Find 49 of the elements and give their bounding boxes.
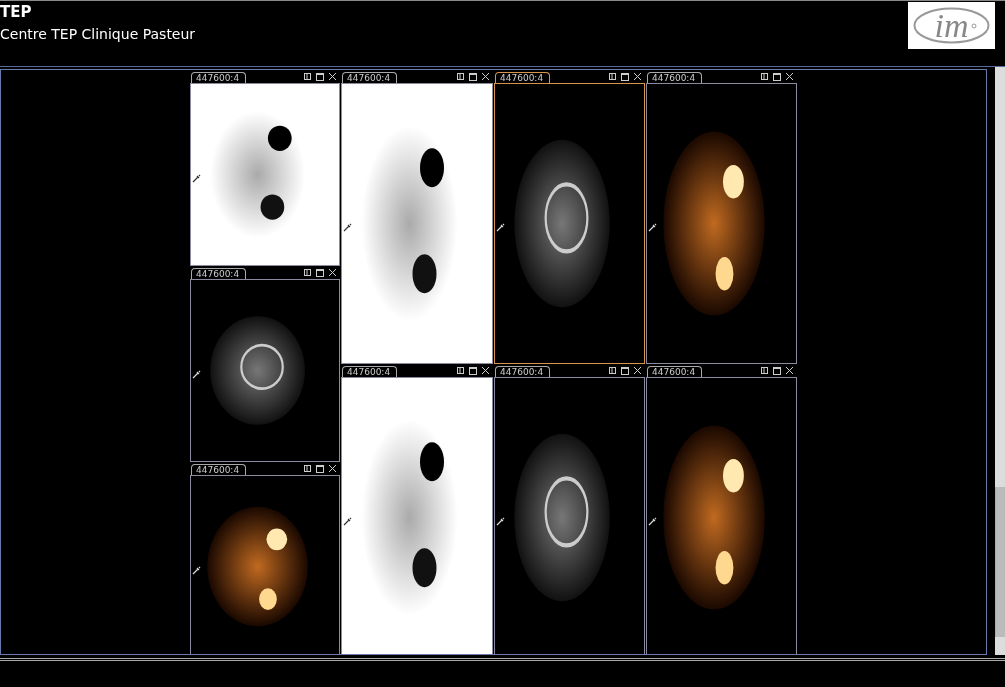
maximize-icon[interactable] (469, 72, 477, 81)
viewport-tab[interactable]: 447600:4 (191, 463, 247, 475)
close-icon[interactable] (329, 269, 336, 277)
center-name: Centre TEP Clinique Pasteur (0, 25, 196, 44)
pen-icon (343, 517, 352, 527)
pen-icon (192, 370, 201, 380)
maximize-icon[interactable] (316, 268, 324, 277)
close-icon[interactable] (329, 465, 336, 473)
split-icon[interactable] (304, 269, 311, 277)
pen-icon (496, 517, 505, 527)
maximize-icon[interactable] (621, 366, 629, 375)
split-icon[interactable] (761, 367, 768, 375)
close-icon[interactable] (634, 73, 641, 81)
pen-icon (192, 566, 201, 576)
pen-icon (192, 174, 201, 184)
viewport-tab[interactable]: 447600:4 (342, 365, 398, 377)
maximize-icon[interactable] (773, 72, 781, 81)
split-icon[interactable] (304, 73, 311, 81)
close-icon[interactable] (482, 367, 489, 375)
viewport-tab[interactable]: 447600:4 (495, 365, 551, 377)
pen-icon (496, 223, 505, 233)
pen-icon (343, 223, 352, 233)
maximize-icon[interactable] (316, 464, 324, 473)
split-icon[interactable] (761, 73, 768, 81)
viewport-tab[interactable]: 447600:4 (191, 71, 247, 83)
split-icon[interactable] (457, 73, 464, 81)
scrollbar[interactable] (995, 66, 1005, 655)
maximize-icon[interactable] (773, 366, 781, 375)
close-icon[interactable] (329, 73, 336, 81)
viewport-tab[interactable]: 447600:4 (495, 71, 551, 83)
close-icon[interactable] (634, 367, 641, 375)
split-icon[interactable] (304, 465, 311, 473)
app-title: TEP (0, 3, 33, 22)
close-icon[interactable] (786, 367, 793, 375)
pen-icon (648, 517, 657, 527)
viewport-tab[interactable]: 447600:4 (342, 71, 398, 83)
viewport-tab[interactable]: 447600:4 (647, 71, 703, 83)
close-icon[interactable] (482, 73, 489, 81)
maximize-icon[interactable] (316, 72, 324, 81)
maximize-icon[interactable] (621, 72, 629, 81)
split-icon[interactable] (457, 367, 464, 375)
viewport-tab[interactable]: 447600:4 (191, 267, 247, 279)
split-icon[interactable] (609, 73, 616, 81)
viewport-tab[interactable]: 447600:4 (647, 365, 703, 377)
logo: im (908, 2, 995, 49)
split-icon[interactable] (609, 367, 616, 375)
maximize-icon[interactable] (469, 366, 477, 375)
close-icon[interactable] (786, 73, 793, 81)
pen-icon (648, 223, 657, 233)
